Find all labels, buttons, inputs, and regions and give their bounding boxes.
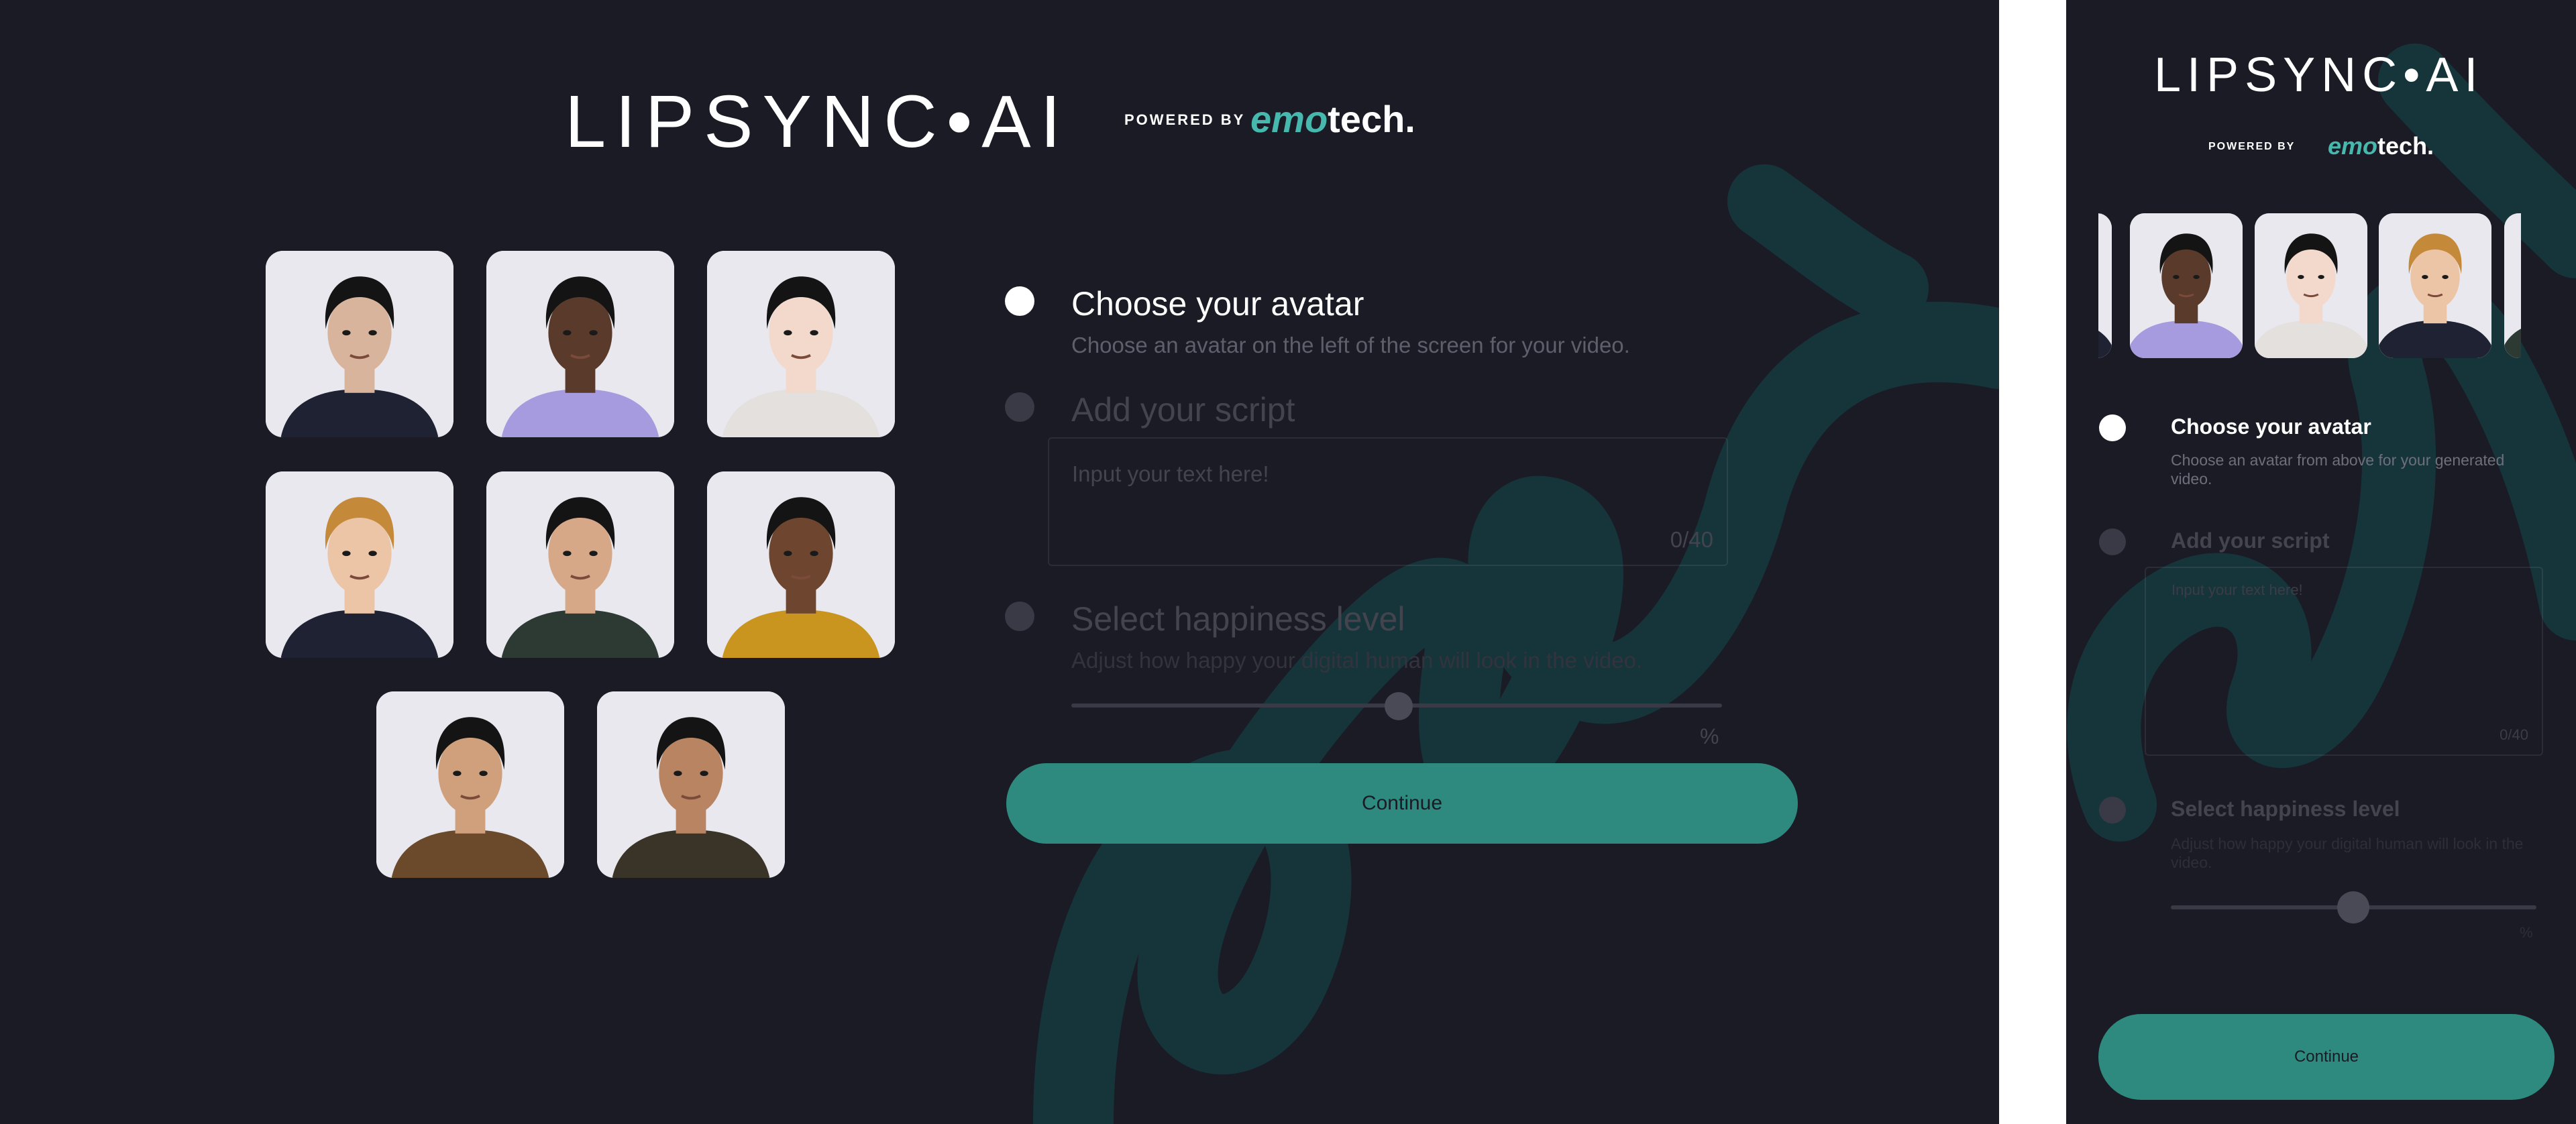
avatar-portrait bbox=[2379, 213, 2491, 358]
avatar-portrait bbox=[2098, 213, 2112, 358]
desktop-view: LIPSYNC•AI POWERED BY emotech. Choose yo… bbox=[0, 0, 1999, 1124]
script-char-count: 0/40 bbox=[1670, 527, 1713, 552]
script-input[interactable]: Input your text here! 0/40 bbox=[1048, 437, 1728, 566]
avatar-card-5[interactable] bbox=[486, 471, 674, 658]
step-title-happiness: Select happiness level bbox=[1071, 600, 1405, 638]
avatar-card-7[interactable] bbox=[376, 691, 564, 878]
avatar-card-4[interactable] bbox=[266, 471, 453, 658]
logo-lipsync-ai: LIPSYNC•AI bbox=[565, 80, 1071, 163]
step-title-add-script: Add your script bbox=[2171, 528, 2330, 553]
step-indicator-inactive bbox=[1005, 392, 1034, 422]
script-input-placeholder: Input your text here! bbox=[2171, 581, 2303, 598]
step-desc-happiness: Adjust how happy your digital human will… bbox=[1071, 648, 1643, 673]
happiness-unit: % bbox=[2520, 924, 2533, 941]
script-input-placeholder: Input your text here! bbox=[1072, 461, 1269, 486]
step-indicator-inactive bbox=[2099, 797, 2126, 824]
mobile-view: LIPSYNC•AI POWERED BY emotech. Choose yo… bbox=[2066, 0, 2576, 1124]
avatar-portrait bbox=[597, 691, 785, 878]
happiness-slider-thumb[interactable] bbox=[1385, 692, 1413, 720]
step-title-happiness: Select happiness level bbox=[2171, 797, 2400, 821]
avatar-portrait bbox=[376, 691, 564, 878]
avatar-carousel[interactable] bbox=[2098, 213, 2521, 361]
continue-button[interactable]: Continue bbox=[1006, 763, 1798, 844]
avatar-card-3[interactable] bbox=[707, 251, 895, 437]
emotech-watermark bbox=[2067, 44, 2576, 842]
step-title-choose-avatar: Choose your avatar bbox=[2171, 414, 2371, 439]
step-title-add-script: Add your script bbox=[1071, 391, 1295, 429]
avatar-card-1[interactable] bbox=[266, 251, 453, 437]
step-indicator-inactive bbox=[1005, 602, 1034, 631]
emotech-logo: emotech. bbox=[1250, 99, 1415, 139]
avatar-card-8[interactable] bbox=[597, 691, 785, 878]
powered-by-label: POWERED BY bbox=[2208, 141, 2296, 152]
step-title-choose-avatar: Choose your avatar bbox=[1071, 285, 1364, 323]
avatar-portrait bbox=[2130, 213, 2243, 358]
avatar-portrait bbox=[707, 251, 895, 437]
avatar-portrait bbox=[2504, 213, 2521, 358]
avatar-card-2[interactable] bbox=[2130, 213, 2243, 358]
avatar-portrait bbox=[486, 251, 674, 437]
avatar-card-1[interactable] bbox=[2098, 213, 2112, 358]
avatar-card-5[interactable] bbox=[2504, 213, 2521, 358]
avatar-card-6[interactable] bbox=[707, 471, 895, 658]
avatar-portrait bbox=[2255, 213, 2367, 358]
avatar-portrait bbox=[486, 471, 674, 658]
powered-by-label: POWERED BY bbox=[1124, 111, 1246, 128]
avatar-portrait bbox=[266, 251, 453, 437]
step-indicator-active bbox=[1005, 286, 1034, 316]
continue-button-label: Continue bbox=[2294, 1048, 2359, 1066]
emotech-logo-em: emo bbox=[2328, 132, 2378, 160]
emotech-logo-em: emo bbox=[1250, 98, 1328, 140]
script-char-count: 0/40 bbox=[2500, 726, 2528, 743]
step-desc-choose-avatar: Choose an avatar from above for your gen… bbox=[2171, 451, 2505, 488]
avatar-portrait bbox=[266, 471, 453, 658]
step-indicator-active bbox=[2099, 414, 2126, 441]
avatar-card-3[interactable] bbox=[2255, 213, 2367, 358]
logo-lipsync-ai: LIPSYNC•AI bbox=[2154, 48, 2484, 102]
step-desc-choose-avatar: Choose an avatar on the left of the scre… bbox=[1071, 333, 1630, 357]
step-desc-happiness: Adjust how happy your digital human will… bbox=[2171, 835, 2524, 871]
continue-button-label: Continue bbox=[1361, 792, 1443, 814]
avatar-card-2[interactable] bbox=[486, 251, 674, 437]
emotech-logo-tech: tech. bbox=[1328, 98, 1415, 140]
script-input[interactable]: Input your text here! 0/40 bbox=[2145, 567, 2543, 756]
happiness-slider-thumb[interactable] bbox=[2337, 891, 2369, 923]
avatar-portrait bbox=[707, 471, 895, 658]
happiness-unit: % bbox=[1700, 724, 1719, 748]
continue-button[interactable]: Continue bbox=[2098, 1014, 2555, 1100]
emotech-logo-tech: tech. bbox=[2377, 132, 2434, 160]
avatar-card-4[interactable] bbox=[2379, 213, 2491, 358]
step-indicator-inactive bbox=[2099, 528, 2126, 555]
emotech-logo: emotech. bbox=[2328, 133, 2434, 160]
